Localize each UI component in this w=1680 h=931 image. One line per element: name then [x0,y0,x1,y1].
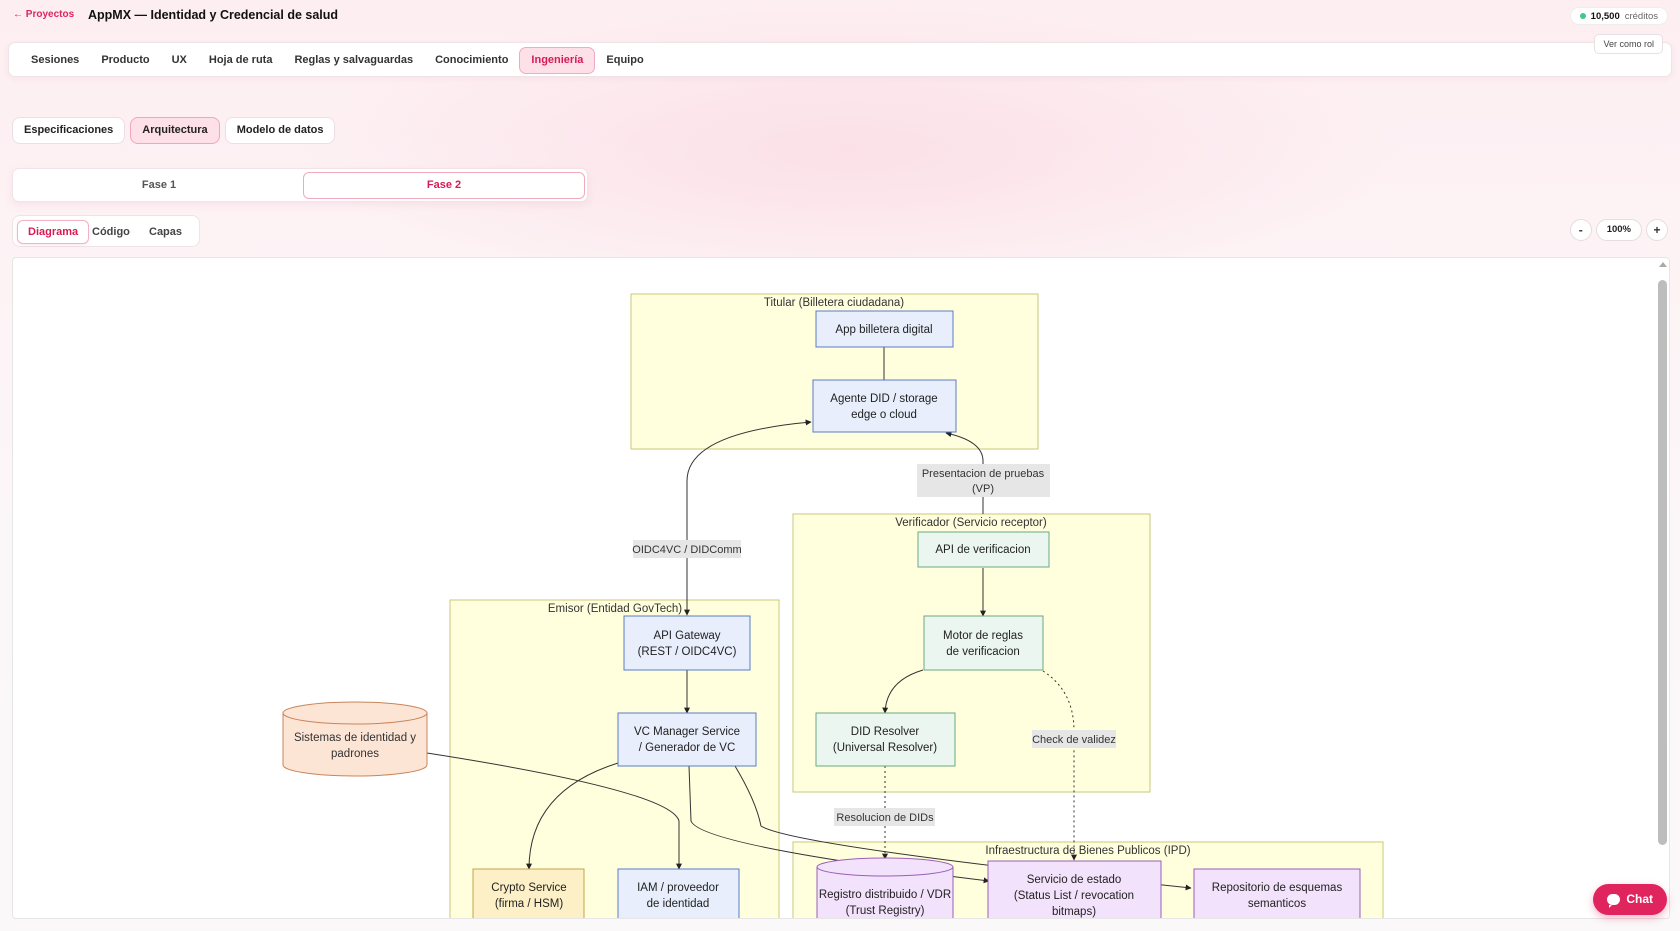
svg-text:(Trust Registry): (Trust Registry) [846,905,925,917]
edge-label-check: Check de validez [1032,730,1116,748]
svg-text:Registro distribuido / VDR: Registro distribuido / VDR [819,889,951,901]
node-crypto-service[interactable]: Crypto Service (firma / HSM) [472,868,585,919]
zoom-out-button[interactable]: - [1569,219,1592,241]
chat-button[interactable]: Chat [1593,884,1667,915]
node-sistemas-identidad[interactable]: Sistemas de identidad y padrones [282,701,428,777]
svg-text:OIDC4VC / DIDComm: OIDC4VC / DIDComm [632,544,741,556]
svg-text:edge o cloud: edge o cloud [851,409,917,421]
chat-button-label: Chat [1626,892,1653,906]
svg-text:Motor de reglas: Motor de reglas [943,630,1023,642]
node-vc-manager[interactable]: VC Manager Service / Generador de VC [617,712,757,767]
node-did-resolver[interactable]: DID Resolver (Universal Resolver) [815,712,956,767]
nav-tab-6[interactable]: Conocimiento [424,47,519,74]
node-iam[interactable]: IAM / proveedor de identidad [617,868,740,919]
nav-tab-5[interactable]: Reglas y salvaguardas [283,47,424,74]
svg-text:/ Generador de VC: / Generador de VC [639,742,736,754]
node-repositorio[interactable]: Repositorio de esquemas semanticos [1193,868,1361,919]
architecture-diagram: Titular (Billetera ciudadana) Verificado… [282,293,1384,919]
group-ipd-label: Infraestructura de Bienes Publicos (IPD) [985,845,1190,857]
nav-tab-2[interactable]: Producto [90,47,160,74]
svg-text:Presentacion de pruebas: Presentacion de pruebas [922,468,1045,480]
node-api-gateway[interactable]: API Gateway (REST / OIDC4VC) [623,615,751,671]
svg-text:DID Resolver: DID Resolver [851,726,920,738]
back-to-projects-link[interactable]: ← Proyectos [13,9,74,20]
node-motor-reglas[interactable]: Motor de reglas de verificacion [923,615,1044,671]
scrollbar-thumb[interactable] [1658,280,1667,845]
tab-layers[interactable]: Capas [139,220,192,244]
engineering-subtabs: Especificaciones Arquitectura Modelo de da… [12,117,336,144]
node-servicio-estado[interactable]: Servicio de estado (Status List / revoca… [987,860,1162,919]
node-app-billetera[interactable]: App billetera digital [815,310,954,348]
node-agente-did[interactable]: Agente DID / storage edge o cloud [812,379,957,433]
svg-text:(firma / HSM): (firma / HSM) [495,898,564,910]
phase-selector: Fase 1 Fase 2 [12,168,588,202]
edge-label-oidc: OIDC4VC / DIDComm [632,540,742,558]
scroll-up-arrow-icon[interactable] [1659,262,1667,267]
nav-tab-7[interactable]: Ingeniería [519,47,596,74]
view-tabs: Diagrama Código Capas [12,215,200,247]
zoom-in-button[interactable]: + [1646,219,1668,241]
subtab-1[interactable]: Especificaciones [12,117,126,144]
svg-text:Sistemas de identidad y: Sistemas de identidad y [294,732,416,744]
svg-text:(Status List / revocation: (Status List / revocation [1014,890,1134,902]
svg-text:(Universal Resolver): (Universal Resolver) [833,742,937,754]
tab-code[interactable]: Código [82,220,140,244]
subtab-2[interactable]: Arquitectura [130,117,220,144]
svg-text:padrones: padrones [331,748,379,760]
edge-label-presentacion: Presentacion de pruebas (VP) [917,464,1050,497]
svg-text:API de verificacion: API de verificacion [935,544,1030,556]
svg-text:Servicio de estado: Servicio de estado [1027,874,1122,886]
svg-text:de verificacion: de verificacion [946,646,1020,658]
credits-label: créditos [1624,10,1658,22]
subtab-3[interactable]: Modelo de datos [224,117,336,144]
page-title: AppMX — Identidad y Credencial de salud [88,8,339,22]
svg-text:Agente DID / storage: Agente DID / storage [830,393,937,405]
group-verificador-label: Verificador (Servicio receptor) [895,517,1047,529]
node-api-verificacion[interactable]: API de verificacion [917,531,1050,568]
top-bar: ← Proyectos AppMX — Identidad y Credenci… [0,0,1680,32]
svg-text:App billetera digital: App billetera digital [835,324,932,336]
nav-tab-3[interactable]: UX [161,47,198,74]
canvas-scrollbar[interactable] [1658,262,1667,916]
credits-status-icon [1579,13,1586,19]
edge-label-resolucion: Resolucion de DIDs [834,808,935,826]
main-nav: Sesiones Producto UX Hoja de ruta Reglas y s… [8,34,1672,77]
chat-bubble-icon [1607,894,1621,908]
group-emisor-label: Emisor (Entidad GovTech) [548,603,682,615]
nav-tab-1[interactable]: Sesiones [20,47,90,74]
main-nav-items: Sesiones Producto UX Hoja de ruta Reglas y s… [20,47,655,74]
view-as-role-button[interactable]: Ver como rol [1594,34,1663,54]
svg-text:(VP): (VP) [972,483,994,495]
svg-text:de identidad: de identidad [647,898,710,910]
nav-tab-4[interactable]: Hoja de ruta [198,47,284,74]
zoom-controls: - 100% + [1569,219,1668,241]
svg-text:VC Manager Service: VC Manager Service [634,726,740,738]
svg-text:IAM / proveedor: IAM / proveedor [637,882,719,894]
diagram-canvas[interactable]: Titular (Billetera ciudadana) Verificado… [12,257,1670,919]
svg-text:API Gateway: API Gateway [653,630,720,642]
svg-text:bitmaps): bitmaps) [1052,906,1096,918]
node-registro[interactable]: Registro distribuido / VDR (Trust Regist… [816,857,954,919]
svg-text:(REST / OIDC4VC): (REST / OIDC4VC) [638,646,737,658]
credits-value: 10,500 [1590,10,1620,22]
edge-gateway-agente [684,419,812,616]
zoom-level: 100% [1595,219,1642,241]
svg-text:semanticos: semanticos [1248,898,1306,910]
svg-text:Check de validez: Check de validez [1032,734,1116,746]
phase-tab-2[interactable]: Fase 2 [303,172,585,199]
svg-text:Repositorio de esquemas: Repositorio de esquemas [1212,882,1343,894]
tab-diagram[interactable]: Diagrama [17,220,90,244]
credits-badge: 10,500 créditos [1569,7,1668,25]
phase-tab-1[interactable]: Fase 1 [17,172,301,199]
group-titular-label: Titular (Billetera ciudadana) [764,297,904,309]
svg-text:Resolucion de DIDs: Resolucion de DIDs [836,812,934,824]
svg-text:Crypto Service: Crypto Service [491,882,566,894]
nav-tab-8[interactable]: Equipo [595,47,654,74]
